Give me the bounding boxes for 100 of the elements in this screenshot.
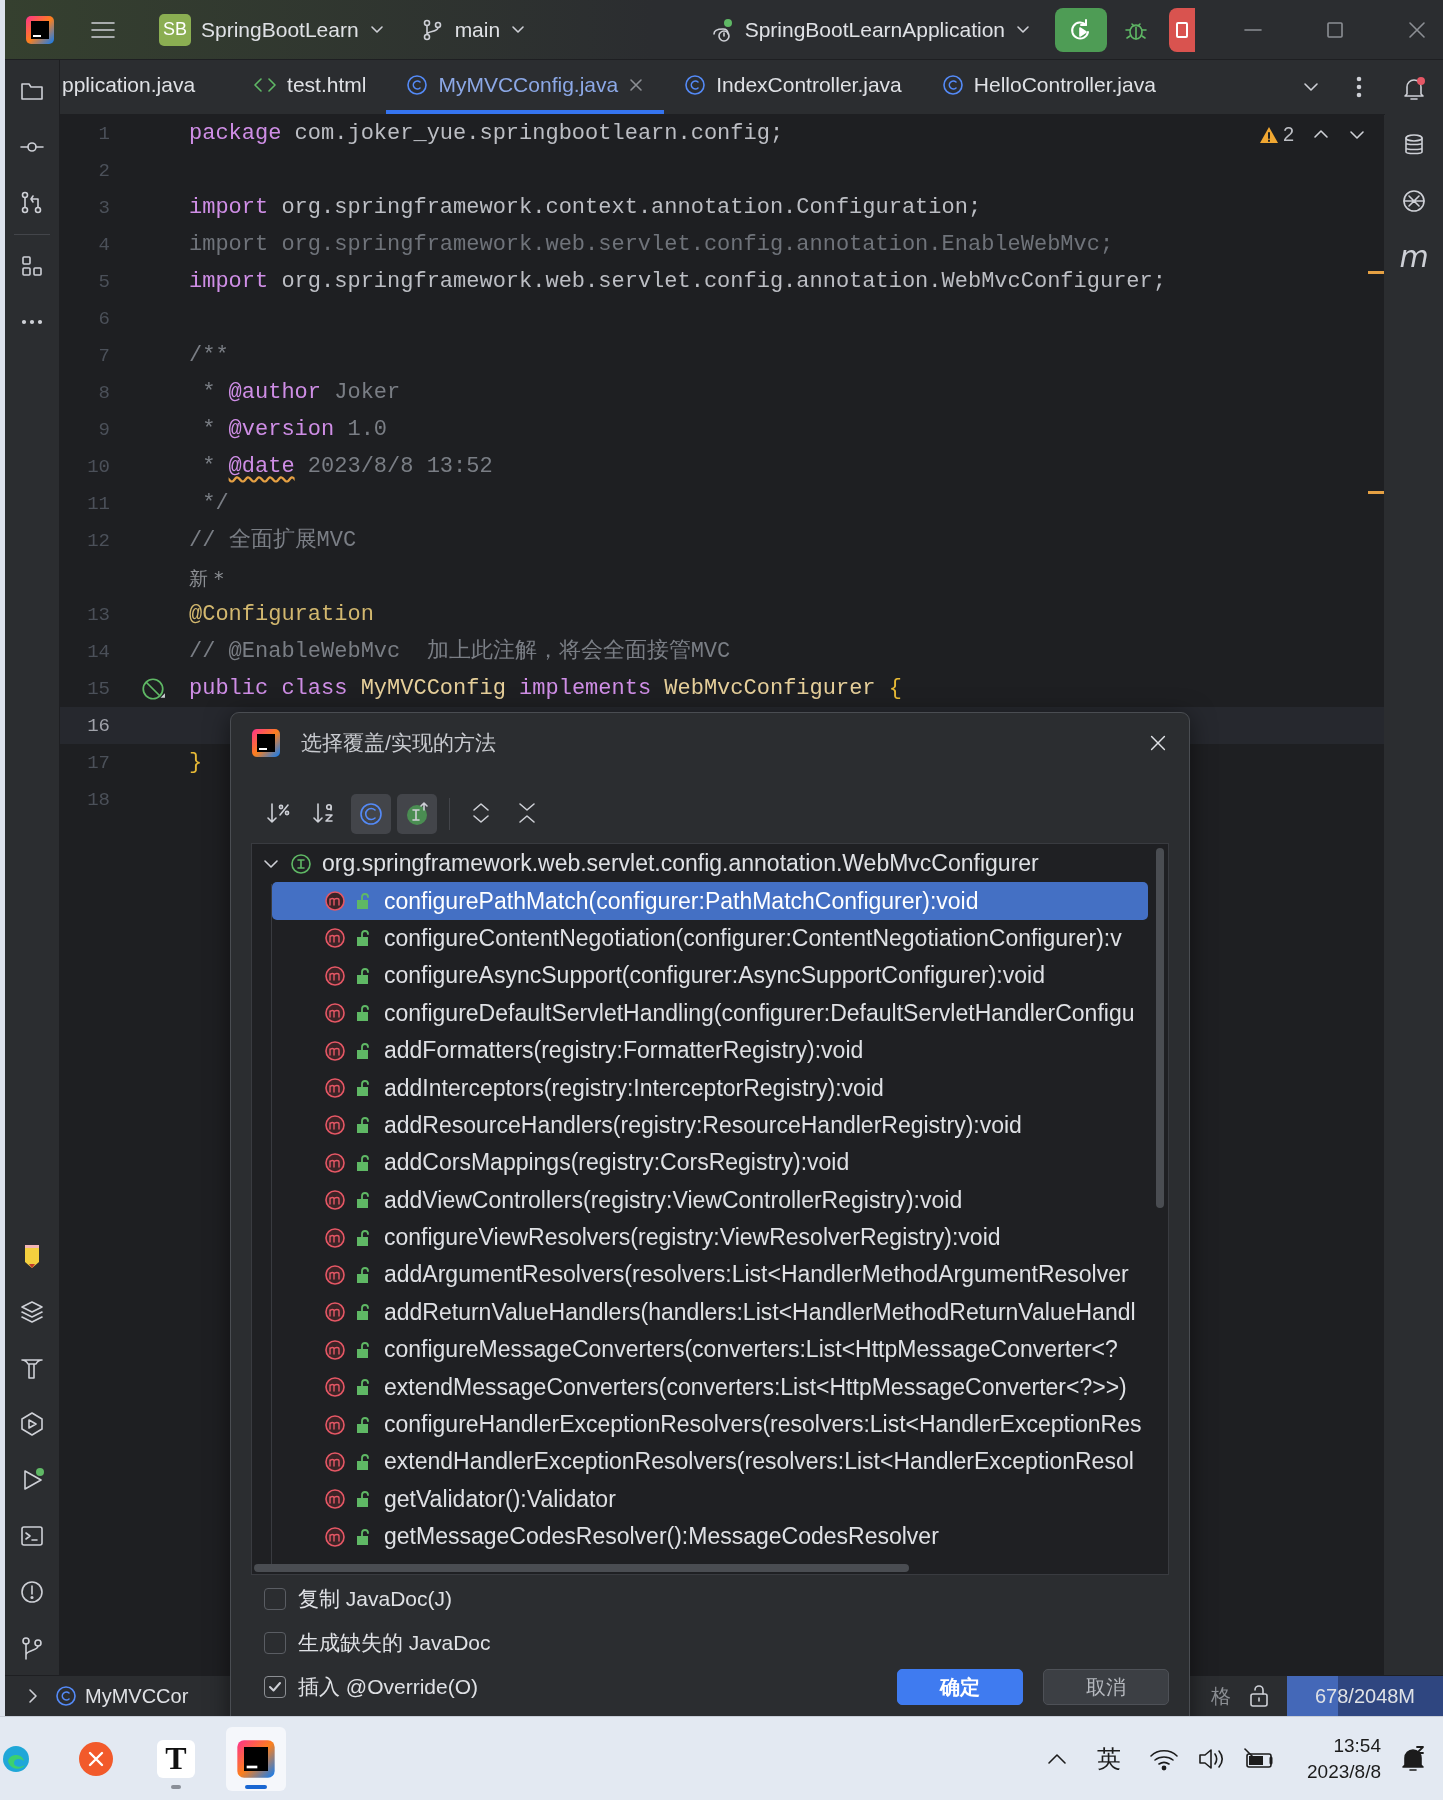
method-icon	[324, 1413, 346, 1436]
method-icon	[324, 1114, 346, 1137]
checkbox-label: 插入 @Override(O)	[298, 1674, 478, 1700]
implemented-marker-icon[interactable]	[139, 675, 166, 702]
scrollbar[interactable]	[1156, 848, 1164, 1208]
app-logo-icon[interactable]	[25, 14, 55, 45]
method-item[interactable]: getMessageCodesResolver():MessageCodesResolver	[272, 1518, 1148, 1556]
code-line: }	[189, 748, 203, 777]
cancel-button[interactable]: 取消	[1043, 1669, 1169, 1705]
public-lock-icon	[354, 1152, 372, 1173]
checkbox[interactable]	[264, 1676, 286, 1698]
stop-button[interactable]	[1169, 7, 1195, 52]
method-icon	[324, 1488, 346, 1511]
ok-button[interactable]: 确定	[897, 1669, 1023, 1705]
method-icon	[324, 1525, 346, 1548]
checkbox[interactable]	[264, 1588, 286, 1610]
notifications-icon[interactable]	[1399, 1744, 1427, 1773]
class-filter-button[interactable]	[351, 794, 391, 834]
public-lock-icon	[354, 1115, 372, 1136]
class-filter-icon	[358, 801, 384, 827]
status-text[interactable]: 格	[1211, 1682, 1231, 1710]
editor-tab[interactable]: IndexController.java	[664, 60, 922, 114]
warning-indicator[interactable]: 2	[1258, 123, 1294, 146]
interface-filter-icon	[404, 801, 430, 827]
public-lock-icon	[354, 1265, 372, 1285]
method-item[interactable]: configurePathMatch(configurer:PathMatchConfigurer):void	[272, 882, 1148, 920]
public-lock-icon	[354, 1078, 372, 1099]
close-icon[interactable]	[628, 77, 645, 93]
method-item[interactable]: configureHandlerExceptionResolvers(resolvers:List<HandlerExceptionRes	[272, 1405, 1148, 1444]
method-item[interactable]: configureViewResolvers(registry:ViewResolverRegistry):void	[272, 1218, 1148, 1257]
method-item[interactable]: configureAsyncSupport(configurer:AsyncSupportConfigurer):void	[272, 957, 1148, 995]
memory-indicator[interactable]: 678/2048M	[1287, 1676, 1443, 1716]
rerun-button[interactable]	[1055, 7, 1107, 52]
method-item[interactable]: addInterceptors(registry:InterceptorRegistry):void	[272, 1069, 1148, 1107]
checkbox-label: 生成缺失的 JavaDoc	[298, 1630, 491, 1656]
checkbox[interactable]	[264, 1632, 286, 1654]
clock-date[interactable]: 2023/8/8	[1307, 1758, 1381, 1785]
interface-filter-button[interactable]	[397, 794, 437, 834]
problems-icon[interactable]	[19, 1579, 45, 1605]
editor-tab[interactable]: test.html	[233, 60, 387, 114]
method-item[interactable]: configureDefaultServletHandling(configurer:DefaultServletHandlerConfigu	[272, 994, 1148, 1032]
method-item[interactable]: addViewControllers(registry:ViewControllerRegistry):void	[272, 1181, 1148, 1219]
method-item[interactable]: addArgumentResolvers(resolvers:List<HandlerMethodArgumentResolver	[272, 1256, 1148, 1294]
code-line: /**	[189, 341, 229, 370]
public-lock-icon	[354, 1377, 372, 1398]
ide-app-icon[interactable]	[236, 1738, 276, 1779]
git-branch-icon[interactable]	[19, 1635, 45, 1661]
text-app-icon[interactable]: T	[157, 1739, 195, 1778]
code-line: * @version 1.0	[201, 415, 388, 444]
terminal-icon[interactable]	[19, 1523, 45, 1549]
project-selector[interactable]: SB SpringBootLearn	[151, 7, 393, 52]
code-line: import org.springframework.context.annotation.Configuration;	[189, 193, 982, 222]
interface-icon	[290, 852, 312, 875]
public-lock-icon	[354, 1003, 372, 1024]
method-item[interactable]: extendHandlerExceptionResolvers(resolvers:List<HandlerExceptionResol	[272, 1443, 1148, 1481]
method-item[interactable]: addResourceHandlers(registry:ResourceHandlerRegistry):void	[272, 1106, 1148, 1145]
author-hint[interactable]: 新 *	[189, 562, 224, 593]
method-icon	[324, 1450, 346, 1473]
public-lock-icon	[354, 1190, 372, 1211]
maven-icon[interactable]: m	[1399, 244, 1429, 270]
public-lock-icon	[354, 1302, 372, 1323]
breadcrumb[interactable]: MyMVCCor	[55, 1684, 189, 1708]
method-icon	[324, 1376, 346, 1399]
method-item[interactable]: getValidator():Validator	[272, 1480, 1148, 1519]
clock-time[interactable]: 13:54	[1333, 1732, 1381, 1759]
public-lock-icon	[354, 1040, 372, 1061]
network-icon[interactable]	[1401, 188, 1427, 214]
public-lock-icon	[354, 891, 372, 912]
method-icon	[324, 927, 346, 950]
code-line: // @EnableWebMvc 加上此注解，将会全面接管MVC	[189, 637, 731, 666]
layers-icon[interactable]	[19, 1299, 45, 1325]
method-item[interactable]: addCorsMappings(registry:CorsRegistry):void	[272, 1144, 1148, 1182]
notifications-icon[interactable]	[1401, 76, 1427, 102]
structure-icon[interactable]	[19, 253, 45, 279]
method-item[interactable]: configureContentNegotiation(configurer:ContentNegotiationConfigurer):v	[272, 919, 1148, 958]
run-configuration-selector[interactable]: SpringBootLearnApplication	[702, 11, 1039, 48]
method-item[interactable]: configureMessageConverters(converters:List<HttpMessageConverter<?	[272, 1331, 1148, 1369]
method-icon	[324, 1301, 346, 1324]
method-icon	[324, 1039, 346, 1062]
method-icon	[324, 1338, 346, 1361]
class-icon	[55, 1685, 77, 1707]
method-icon	[324, 1226, 346, 1249]
method-icon	[324, 1189, 346, 1212]
public-lock-icon	[354, 928, 372, 949]
editor-tab[interactable]: HelloController.java	[921, 60, 1176, 114]
code-line: * @date 2023/8/8 13:52	[201, 452, 493, 481]
services-icon[interactable]	[19, 1411, 45, 1437]
dialog-title: 选择覆盖/实现的方法	[301, 730, 496, 756]
tree-node[interactable]: org.springframework.web.servlet.config.annotation.WebMvcConfigurer	[322, 850, 1039, 878]
editor-tab[interactable]: pplication.java	[60, 60, 216, 114]
method-item[interactable]: addReturnValueHandlers(handlers:List<HandlerMethodReturnValueHandl	[272, 1293, 1148, 1332]
method-item[interactable]: addFormatters(registry:FormatterRegistry):void	[272, 1031, 1148, 1070]
scrollbar[interactable]	[254, 1564, 909, 1572]
method-item[interactable]: extendMessageConverters(converters:List<HttpMessageConverter<?>>)	[272, 1368, 1148, 1406]
class-file-icon	[941, 74, 964, 96]
code-line: */	[201, 489, 229, 518]
lock-icon[interactable]	[1247, 1683, 1271, 1709]
input-method-indicator[interactable]: 英	[1097, 1742, 1122, 1775]
branch-selector[interactable]: main	[412, 11, 535, 48]
x-app-icon[interactable]	[78, 1740, 114, 1777]
